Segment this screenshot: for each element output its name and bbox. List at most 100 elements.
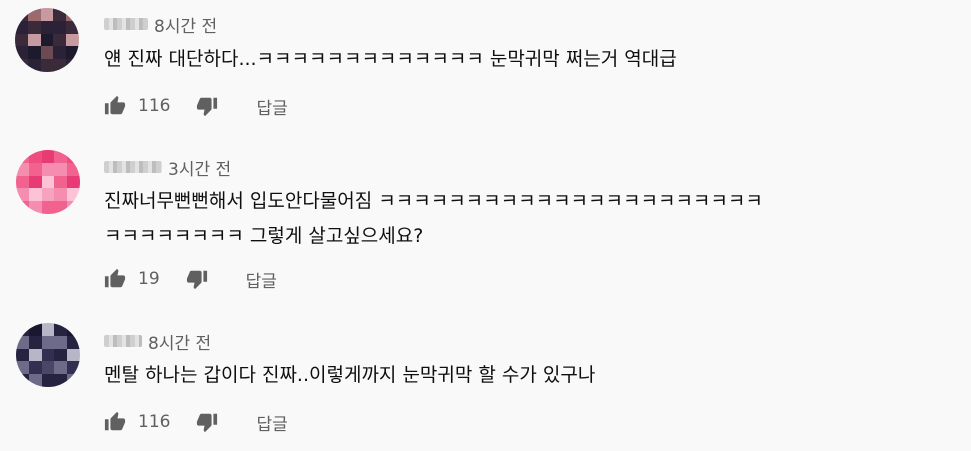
like-button[interactable] bbox=[102, 266, 128, 292]
avatar-pixel bbox=[67, 335, 80, 349]
avatar-pixel bbox=[67, 323, 80, 336]
avatar-pixel bbox=[66, 8, 79, 21]
avatar-pixel bbox=[67, 374, 80, 387]
avatar-pixel bbox=[41, 348, 55, 362]
avatar-pixel bbox=[54, 162, 68, 176]
thumb-up-icon bbox=[104, 95, 126, 115]
avatar-pixel bbox=[41, 188, 55, 202]
comment-item: 3시간 전 진짜너무뻔뻔해서 입도안다물어짐 ㅋㅋㅋㅋㅋㅋㅋㅋㅋㅋㅋㅋㅋㅋㅋㅋㅋ… bbox=[0, 140, 971, 305]
thumb-up-icon bbox=[104, 411, 126, 431]
author-name-redacted[interactable] bbox=[104, 161, 162, 173]
avatar-pixel bbox=[16, 335, 29, 349]
like-button[interactable] bbox=[102, 93, 128, 119]
avatar-pixel bbox=[28, 323, 42, 336]
avatar-pixel bbox=[40, 33, 54, 47]
author-name-redacted[interactable] bbox=[104, 18, 148, 30]
avatar-pixel bbox=[41, 361, 55, 375]
avatar-pixel bbox=[53, 8, 67, 21]
like-count: 116 bbox=[138, 96, 171, 116]
avatar-pixel bbox=[54, 374, 68, 387]
avatar-pixel bbox=[27, 46, 41, 60]
thumb-up-icon bbox=[104, 268, 126, 288]
author-name-redacted[interactable] bbox=[104, 335, 142, 347]
avatar-pixel bbox=[41, 201, 55, 214]
comment-item: 8시간 전 멘탈 하나는 갑이다 진짜..이렇게까지 눈막귀막 할 수가 있구나… bbox=[0, 305, 971, 451]
avatar-pixel bbox=[16, 188, 29, 202]
avatar-pixel bbox=[28, 374, 42, 387]
comment-header: 8시간 전 bbox=[104, 12, 217, 37]
avatar-pixel bbox=[28, 188, 42, 202]
dislike-button[interactable] bbox=[184, 266, 210, 292]
avatar-pixel bbox=[15, 33, 28, 47]
thumb-down-icon bbox=[197, 413, 218, 433]
avatar-pixel bbox=[54, 361, 68, 375]
avatar-pixel bbox=[15, 46, 28, 60]
avatar-pixel bbox=[67, 175, 80, 189]
avatar-pixel bbox=[40, 8, 54, 21]
avatar-pixel bbox=[67, 188, 80, 202]
comment-text-line: 얜 진짜 대단하다...ㅋㅋㅋㅋㅋㅋㅋㅋㅋㅋㅋㅋㅋ 눈막귀막 쩌는거 역대급 bbox=[104, 48, 677, 70]
avatar-pixel bbox=[53, 20, 67, 34]
avatar[interactable] bbox=[16, 323, 80, 387]
avatar-pixel bbox=[54, 348, 68, 362]
avatar-pixel bbox=[40, 20, 54, 34]
avatar-pixel bbox=[16, 150, 29, 163]
avatar-pixel bbox=[67, 201, 80, 214]
avatar-pixel bbox=[16, 323, 29, 336]
avatar-pixel bbox=[66, 33, 79, 47]
avatar[interactable] bbox=[16, 150, 80, 214]
avatar-pixel bbox=[28, 150, 42, 163]
reply-button[interactable]: 답글 bbox=[256, 94, 287, 119]
avatar-pixel bbox=[41, 335, 55, 349]
avatar-pixel bbox=[54, 335, 68, 349]
avatar-pixel bbox=[40, 46, 54, 60]
avatar-pixel bbox=[66, 46, 79, 60]
avatar-pixel bbox=[15, 20, 28, 34]
comment-actions: 19 답글 bbox=[102, 266, 277, 292]
avatar-pixel bbox=[67, 361, 80, 375]
like-count: 19 bbox=[138, 269, 160, 289]
comment-header: 8시간 전 bbox=[104, 329, 211, 354]
avatar-pixel bbox=[66, 59, 79, 72]
avatar-pixel bbox=[41, 150, 55, 163]
comment-text-line: 진짜너무뻔뻔해서 입도안다물어짐 ㅋㅋㅋㅋㅋㅋㅋㅋㅋㅋㅋㅋㅋㅋㅋㅋㅋㅋㅋㅋㅋㅋ bbox=[104, 190, 763, 212]
comment-time[interactable]: 8시간 전 bbox=[148, 329, 211, 354]
like-count: 116 bbox=[138, 412, 171, 432]
comment-text: 멘탈 하나는 갑이다 진짜..이렇게까지 눈막귀막 할 수가 있구나 bbox=[104, 358, 595, 393]
like-button[interactable] bbox=[102, 409, 128, 435]
avatar-pixel bbox=[28, 348, 42, 362]
comment-item: 8시간 전 얜 진짜 대단하다...ㅋㅋㅋㅋㅋㅋㅋㅋㅋㅋㅋㅋㅋ 눈막귀막 쩌는거… bbox=[0, 0, 971, 140]
avatar-pixel bbox=[53, 46, 67, 60]
avatar-pixel bbox=[67, 150, 80, 163]
thumb-down-icon bbox=[186, 270, 207, 290]
avatar-pixel bbox=[54, 188, 68, 202]
avatar-pixel bbox=[16, 348, 29, 362]
avatar-pixel bbox=[27, 59, 41, 72]
avatar-pixel bbox=[16, 201, 29, 214]
comment-time[interactable]: 3시간 전 bbox=[168, 155, 231, 180]
avatar-pixel bbox=[67, 162, 80, 176]
avatar-pixel bbox=[66, 20, 79, 34]
dislike-button[interactable] bbox=[194, 409, 220, 435]
comment-actions: 116 답글 bbox=[102, 93, 288, 119]
avatar-pixel bbox=[53, 59, 67, 72]
avatar-pixel bbox=[16, 175, 29, 189]
reply-button[interactable]: 답글 bbox=[256, 410, 287, 435]
avatar[interactable] bbox=[15, 8, 79, 72]
comment-header: 3시간 전 bbox=[104, 155, 231, 180]
avatar-pixel bbox=[41, 175, 55, 189]
avatar-pixel bbox=[41, 162, 55, 176]
avatar-pixel bbox=[67, 348, 80, 362]
avatar-pixel bbox=[41, 323, 55, 336]
dislike-button[interactable] bbox=[194, 93, 220, 119]
avatar-pixel bbox=[15, 8, 28, 21]
avatar-pixel bbox=[54, 175, 68, 189]
avatar-pixel bbox=[28, 162, 42, 176]
comment-text: 얜 진짜 대단하다...ㅋㅋㅋㅋㅋㅋㅋㅋㅋㅋㅋㅋㅋ 눈막귀막 쩌는거 역대급 bbox=[104, 42, 677, 77]
comment-text-line: ㅋㅋㅋㅋㅋㅋㅋㅋ 그렇게 살고싶으세요? bbox=[104, 225, 424, 247]
reply-button[interactable]: 답글 bbox=[246, 267, 277, 292]
comment-time[interactable]: 8시간 전 bbox=[154, 12, 217, 37]
avatar-pixel bbox=[28, 361, 42, 375]
comment-text-line: 멘탈 하나는 갑이다 진짜..이렇게까지 눈막귀막 할 수가 있구나 bbox=[104, 364, 596, 386]
avatar-pixel bbox=[15, 59, 28, 72]
